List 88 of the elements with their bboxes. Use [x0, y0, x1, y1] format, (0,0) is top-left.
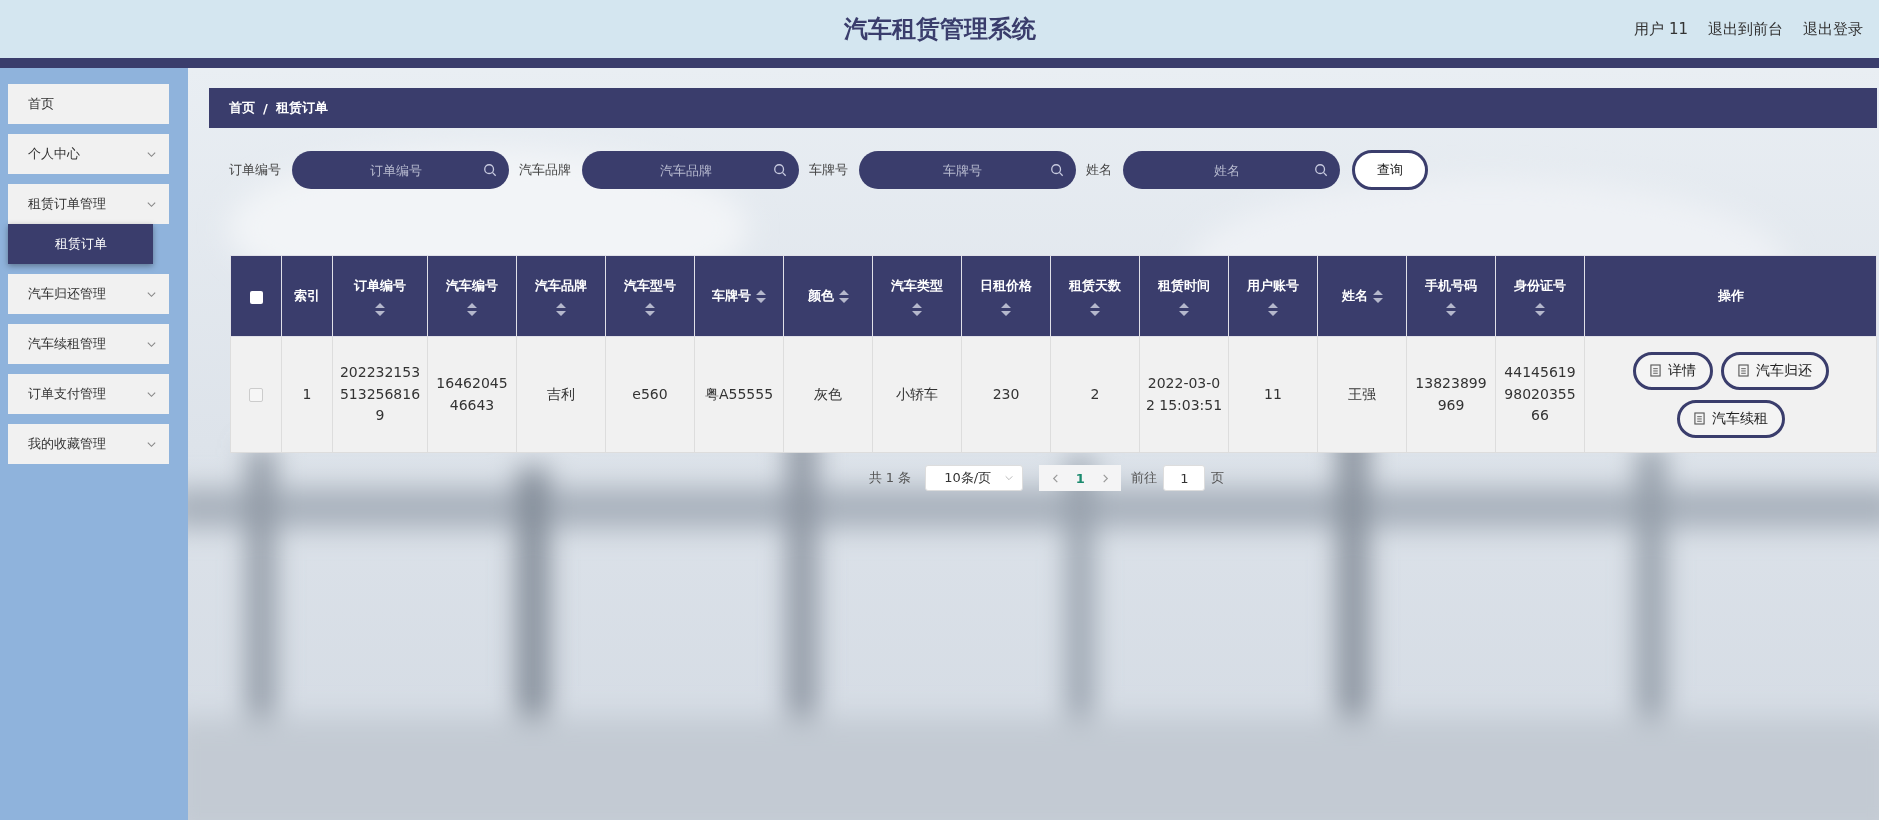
table-cell: 2: [1090, 385, 1100, 402]
menu-item[interactable]: 订单支付管理: [8, 374, 169, 414]
field-label: 姓名: [1086, 161, 1112, 179]
search-icon: [773, 163, 787, 177]
action-button[interactable]: 汽车续租: [1676, 399, 1785, 438]
search-button[interactable]: 查询: [1352, 150, 1428, 190]
menu-item[interactable]: 租赁订单管理: [8, 184, 169, 224]
sort-icon: [375, 302, 385, 316]
column-header[interactable]: 租赁天数: [1069, 276, 1121, 295]
search-icon: [483, 163, 497, 177]
chevron-left-icon: [1050, 472, 1060, 484]
table-cell: 2022-03-02 15:03:51: [1145, 374, 1223, 413]
select-all-checkbox[interactable]: [249, 290, 263, 304]
menu-item[interactable]: 汽车归还管理: [8, 274, 169, 314]
column-header[interactable]: 租赁时间: [1158, 276, 1210, 295]
page-jump-field[interactable]: 1: [1163, 465, 1206, 491]
field-label: 订单编号: [229, 161, 281, 179]
column-header[interactable]: 姓名: [1341, 287, 1368, 305]
sort-icon: [645, 302, 655, 316]
table-cell: 小轿车: [896, 385, 938, 402]
header-link[interactable]: 退出登录: [1803, 19, 1863, 39]
app-title: 汽车租赁管理系统: [843, 14, 1036, 45]
search-icon: [1050, 163, 1064, 177]
submenu-item[interactable]: 租赁订单: [8, 224, 153, 264]
sort-icon: [1372, 289, 1383, 303]
chevron-icon: [1004, 473, 1015, 483]
sort-icon: [1090, 302, 1100, 316]
table-cell: 11: [1264, 385, 1282, 402]
field-label: 汽车品牌: [519, 161, 571, 179]
chevron-right-icon: [1100, 472, 1110, 484]
table-cell: 1646204546643: [436, 374, 508, 413]
sort-icon: [912, 302, 922, 316]
menu-item[interactable]: 汽车续租管理: [8, 324, 169, 364]
page-size-select[interactable]: 10条/页: [925, 465, 1024, 491]
column-header[interactable]: 手机号码: [1425, 276, 1477, 295]
sort-icon: [1535, 302, 1545, 316]
search-icon: [1314, 163, 1328, 177]
jump-label: 前往: [1131, 469, 1158, 487]
table-cell: 吉利: [547, 385, 575, 402]
table-cell: 2022321535132568169: [339, 363, 421, 424]
breadcrumb-separator: /: [263, 100, 268, 116]
menu-item[interactable]: 个人中心: [8, 134, 169, 174]
column-header[interactable]: 订单编号: [354, 276, 406, 295]
table-cell: 粤A55555: [704, 385, 774, 402]
search-field[interactable]: 订单编号: [292, 151, 509, 189]
breadcrumb-link[interactable]: 租赁订单: [275, 99, 328, 117]
column-header[interactable]: 身份证号: [1514, 276, 1566, 295]
action-button[interactable]: 汽车归还: [1720, 351, 1829, 390]
column-header[interactable]: 汽车品牌: [535, 276, 587, 295]
action-button[interactable]: 详情: [1632, 351, 1713, 390]
sort-icon: [1001, 302, 1011, 316]
table-cell: 灰色: [814, 385, 842, 402]
table-cell: 441456199802035566: [1504, 363, 1576, 424]
breadcrumb-link[interactable]: 首页: [229, 99, 255, 117]
document-icon: [1649, 364, 1661, 377]
search-field[interactable]: 姓名: [1123, 151, 1340, 189]
table-cell: e560: [632, 385, 668, 402]
page-suffix: 页: [1211, 469, 1225, 487]
sort-icon: [1446, 302, 1456, 316]
menu-item[interactable]: 我的收藏管理: [8, 424, 169, 464]
column-header[interactable]: 汽车型号: [624, 276, 676, 295]
column-header[interactable]: 汽车编号: [446, 276, 498, 295]
column-header[interactable]: 颜色: [807, 287, 834, 305]
column-header[interactable]: 日租价格: [980, 276, 1032, 295]
sort-icon: [838, 289, 849, 303]
menu-item[interactable]: 首页: [8, 84, 169, 124]
column-header[interactable]: 汽车类型: [891, 276, 943, 295]
document-icon: [1737, 364, 1749, 377]
document-icon: [1693, 412, 1705, 425]
header-link[interactable]: 退出到前台: [1708, 19, 1783, 39]
table-cell: 13823899969: [1415, 374, 1487, 413]
sort-icon: [467, 302, 477, 316]
table-cell: 王强: [1348, 385, 1376, 402]
user-name: 用户 11: [1634, 19, 1688, 39]
sort-icon: [1268, 302, 1278, 316]
search-field[interactable]: 车牌号: [859, 151, 1076, 189]
column-header[interactable]: 索引: [294, 287, 320, 305]
row-checkbox[interactable]: [249, 387, 263, 402]
search-field[interactable]: 汽车品牌: [582, 151, 799, 189]
sort-icon: [556, 302, 566, 316]
table-cell: 230: [992, 385, 1020, 402]
column-header[interactable]: 操作: [1717, 287, 1744, 305]
column-header[interactable]: 用户账号: [1247, 276, 1299, 295]
column-header[interactable]: 车牌号: [712, 287, 751, 305]
total-count: 共 1 条: [868, 469, 912, 487]
sort-icon: [756, 289, 766, 303]
table-cell: 1: [302, 385, 312, 402]
field-label: 车牌号: [809, 161, 848, 179]
